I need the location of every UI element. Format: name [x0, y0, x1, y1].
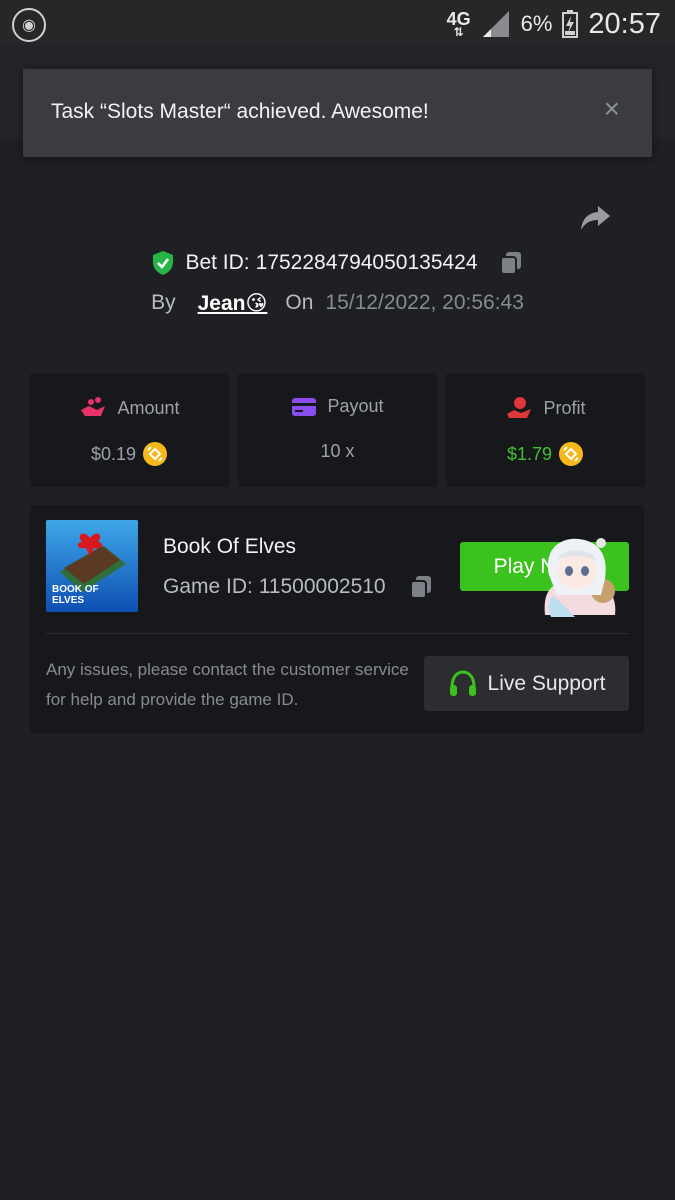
card-divider	[46, 633, 628, 634]
stat-payout-value-row: 10 x	[238, 441, 437, 462]
live-support-label: Live Support	[487, 671, 606, 695]
stat-amount-label: Amount	[117, 397, 180, 418]
app-notification-icon: ◉	[12, 8, 46, 42]
bet-datetime: 15/12/2022, 20:56:43	[325, 291, 524, 314]
stat-payout-label: Payout	[327, 396, 384, 416]
on-label: On	[285, 291, 314, 314]
coin-icon	[143, 442, 168, 466]
username-link[interactable]: Jean😘	[198, 291, 268, 316]
stat-amount-header: Amount	[30, 396, 229, 420]
copy-icon[interactable]	[498, 250, 524, 276]
hand-money-icon	[507, 397, 532, 418]
stat-amount-value: $0.19	[90, 443, 137, 464]
stat-payout: Payout 10 x	[238, 373, 437, 487]
game-thumbnail[interactable]: BOOK OF ELVES	[46, 520, 138, 612]
battery-percent: 6%	[520, 11, 553, 36]
hand-coins-icon	[81, 397, 106, 416]
clock: 20:57	[588, 7, 661, 40]
status-right: 4G ⇅ 6% 20:57	[447, 4, 661, 44]
toast-message: Task “Slots Master“ achieved. Awesome!	[51, 100, 429, 123]
thumb-title-line2: ELVES	[52, 595, 84, 606]
bet-id-row: Bet ID: 1752284794050135424	[0, 248, 675, 278]
verified-shield-icon	[153, 251, 174, 275]
stat-amount-value-row: $0.19	[30, 441, 229, 467]
stat-profit-label: Profit	[543, 397, 586, 418]
game-card: BOOK OF ELVES Book Of Elves Game ID: 115…	[30, 505, 644, 734]
copy-icon[interactable]	[408, 574, 434, 600]
stat-payout-value: 10 x	[320, 441, 355, 461]
thumb-title-line1: BOOK OF	[52, 584, 99, 595]
close-icon[interactable]: ×	[604, 95, 620, 123]
support-notice: Any issues, please contact the customer …	[46, 660, 409, 709]
stat-profit-header: Profit	[446, 396, 645, 420]
game-id-row: Game ID: 11500002510	[163, 574, 434, 600]
bet-id-value: 1752284794050135424	[255, 251, 478, 274]
battery-charging-icon	[562, 10, 579, 38]
stat-amount: Amount $0.19	[30, 373, 229, 487]
signal-icon	[482, 11, 509, 37]
stat-profit-value: $1.79	[506, 443, 553, 464]
game-id: Game ID: 11500002510	[163, 575, 386, 598]
status-bar: ◉ 4G ⇅ 6% 20:57	[0, 0, 675, 46]
achievement-toast: Task “Slots Master“ achieved. Awesome! ×	[23, 69, 652, 157]
card-icon	[292, 397, 317, 416]
live-support-button[interactable]: Live Support	[424, 656, 629, 711]
share-icon[interactable]	[578, 200, 612, 234]
stat-payout-header: Payout	[238, 396, 437, 417]
headset-icon	[449, 669, 476, 696]
bet-id-text: Bet ID: 1752284794050135424	[185, 251, 477, 275]
by-label: By	[151, 291, 176, 314]
stat-profit: Profit $1.79	[446, 373, 645, 487]
coin-icon	[559, 442, 584, 466]
bet-author-row: By Jean😘 On 15/12/2022, 20:56:43	[0, 288, 675, 318]
network-indicator: 4G ⇅	[447, 10, 471, 38]
game-title: Book Of Elves	[163, 535, 297, 558]
mascot-character-image	[544, 538, 616, 617]
stat-profit-value-row: $1.79	[446, 441, 645, 467]
bet-id-label: Bet ID:	[185, 251, 250, 274]
